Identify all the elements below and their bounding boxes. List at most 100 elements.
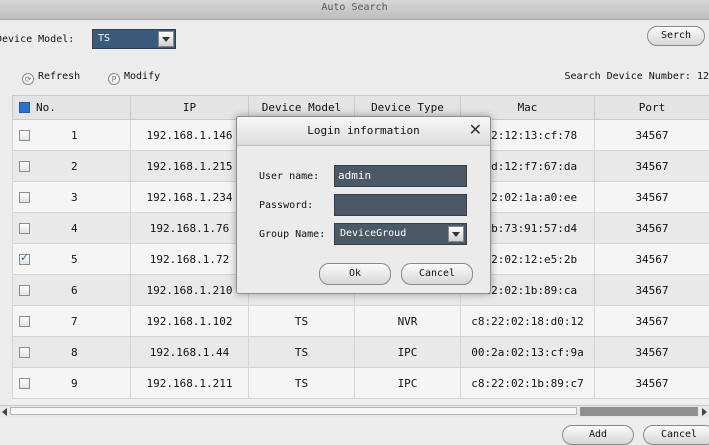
row-no-cell[interactable]: 2 <box>13 151 131 182</box>
row-no: 1 <box>71 129 78 142</box>
search-device-number-value: 12 <box>697 71 709 82</box>
row-port: 34567 <box>595 337 709 368</box>
window-title: Auto Search <box>0 2 709 13</box>
row-checkbox[interactable] <box>19 223 30 234</box>
row-port: 34567 <box>595 182 709 213</box>
scrollbar-thumb[interactable] <box>10 407 577 415</box>
row-no: 7 <box>71 315 78 328</box>
row-no-cell[interactable]: 4 <box>13 213 131 244</box>
row-checkbox[interactable] <box>19 347 30 358</box>
row-ip: 192.168.1.72 <box>131 244 249 275</box>
row-ip: 192.168.1.146 <box>131 120 249 151</box>
row-port: 34567 <box>595 275 709 306</box>
row-ip: 192.168.1.76 <box>131 213 249 244</box>
login-dialog: Login information ✕ User name: admin Pas… <box>236 116 491 294</box>
password-field[interactable] <box>334 194 467 216</box>
row-no: 5 <box>71 253 78 266</box>
row-checkbox[interactable] <box>19 285 30 296</box>
row-ip: 192.168.1.215 <box>131 151 249 182</box>
refresh-label: Refresh <box>38 71 80 82</box>
row-no-cell[interactable]: 6 <box>13 275 131 306</box>
modify-button[interactable]: P Modify <box>108 71 160 85</box>
row-ip: 192.168.1.102 <box>131 306 249 337</box>
group-name-select[interactable]: DeviceGroud <box>334 223 467 245</box>
group-name-label: Group Name: <box>259 229 325 240</box>
search-device-number-label: Search Device Number: <box>564 71 690 82</box>
search-device-number: Search Device Number: 12 <box>564 71 709 82</box>
row-mac: 00:2a:02:13:cf:9a <box>461 337 595 368</box>
row-no-cell[interactable]: 1 <box>13 120 131 151</box>
chevron-down-icon[interactable] <box>448 226 464 242</box>
row-device-type: IPC <box>355 368 461 399</box>
row-port: 34567 <box>595 306 709 337</box>
row-checkbox[interactable] <box>19 254 30 265</box>
row-no: 2 <box>71 160 78 173</box>
device-model-select[interactable]: TS <box>92 29 176 49</box>
row-no: 6 <box>71 284 78 297</box>
row-no: 9 <box>71 377 78 390</box>
column-header-ip[interactable]: IP <box>131 96 249 120</box>
table-row[interactable]: 9 192.168.1.211TSIPCc8:22:02:1b:89:c73456… <box>13 368 709 399</box>
column-header-no-label: No. <box>36 101 56 114</box>
row-port: 34567 <box>595 120 709 151</box>
horizontal-scrollbar[interactable] <box>0 405 709 417</box>
modify-icon: P <box>108 73 120 85</box>
row-device-model: TS <box>249 306 355 337</box>
row-ip: 192.168.1.211 <box>131 368 249 399</box>
chevron-down-icon[interactable] <box>158 31 174 47</box>
row-mac: c8:22:02:1b:89:c7 <box>461 368 595 399</box>
window-titlebar: Auto Search <box>0 0 709 20</box>
dialog-cancel-button[interactable]: Cancel <box>401 263 473 285</box>
device-model-value: TS <box>98 33 110 44</box>
table-row[interactable]: 7 192.168.1.102TSNVRc8:22:02:18:d0:123456… <box>13 306 709 337</box>
row-port: 34567 <box>595 368 709 399</box>
column-header-no[interactable]: No. <box>13 96 131 120</box>
row-device-type: NVR <box>355 306 461 337</box>
row-checkbox[interactable] <box>19 316 30 327</box>
scroll-right-icon[interactable] <box>702 408 707 416</box>
table-row[interactable]: 8 192.168.1.44TSIPC00:2a:02:13:cf:9a34567 <box>13 337 709 368</box>
ok-button[interactable]: Ok <box>319 263 391 285</box>
model-toolbar: Device Model: TS Serch <box>0 26 709 54</box>
row-device-model: TS <box>249 337 355 368</box>
row-no-cell[interactable]: 7 <box>13 306 131 337</box>
row-ip: 192.168.1.44 <box>131 337 249 368</box>
row-no-cell[interactable]: 8 <box>13 337 131 368</box>
row-port: 34567 <box>595 213 709 244</box>
close-icon[interactable]: ✕ <box>469 121 482 139</box>
scrollbar-track <box>580 407 698 416</box>
search-button[interactable]: Serch <box>647 26 705 46</box>
password-label: Password: <box>259 200 313 211</box>
group-name-value: DeviceGroud <box>340 228 406 239</box>
add-button[interactable]: Add <box>562 425 634 445</box>
row-checkbox[interactable] <box>19 130 30 141</box>
device-model-label: Device Model: <box>0 34 74 45</box>
row-ip: 192.168.1.234 <box>131 182 249 213</box>
row-ip: 192.168.1.210 <box>131 275 249 306</box>
action-toolbar: ⟳ Refresh P Modify Search Device Number: 1… <box>0 68 709 88</box>
row-checkbox[interactable] <box>19 378 30 389</box>
refresh-icon: ⟳ <box>22 73 34 85</box>
column-header-port[interactable]: Port <box>595 96 709 120</box>
row-checkbox[interactable] <box>19 161 30 172</box>
dialog-title: Login information <box>237 117 490 146</box>
username-label: User name: <box>259 171 319 182</box>
username-field[interactable]: admin <box>334 165 467 187</box>
row-no: 3 <box>71 191 78 204</box>
row-no-cell[interactable]: 5 <box>13 244 131 275</box>
row-port: 34567 <box>595 244 709 275</box>
refresh-button[interactable]: ⟳ Refresh <box>22 71 80 85</box>
row-no-cell[interactable]: 3 <box>13 182 131 213</box>
footer-cancel-button[interactable]: Cancel <box>643 425 709 445</box>
modify-label: Modify <box>124 71 160 82</box>
row-mac: c8:22:02:18:d0:12 <box>461 306 595 337</box>
row-device-model: TS <box>249 368 355 399</box>
row-device-type: IPC <box>355 337 461 368</box>
select-all-checkbox[interactable] <box>19 102 30 113</box>
scroll-left-icon[interactable] <box>2 408 7 416</box>
row-no: 8 <box>71 346 78 359</box>
row-port: 34567 <box>595 151 709 182</box>
row-no: 4 <box>71 222 78 235</box>
row-checkbox[interactable] <box>19 192 30 203</box>
row-no-cell[interactable]: 9 <box>13 368 131 399</box>
